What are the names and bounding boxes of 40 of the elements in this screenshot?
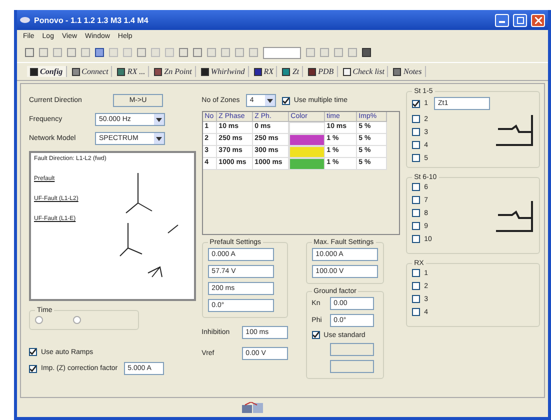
close-button[interactable] <box>531 14 545 26</box>
checkbox[interactable] <box>412 209 420 217</box>
checkbox[interactable] <box>312 331 320 339</box>
tab[interactable]: RX <box>250 66 278 77</box>
tab[interactable]: RX ... <box>114 66 150 77</box>
checkbox[interactable] <box>282 96 290 104</box>
minimize-button[interactable] <box>495 14 509 26</box>
tab[interactable]: Check list <box>340 66 388 77</box>
maximize-button[interactable] <box>513 14 527 26</box>
checkbox[interactable] <box>412 115 420 123</box>
tab[interactable]: Zn Point <box>151 66 196 77</box>
logo-icon <box>240 402 264 414</box>
tab[interactable]: Config <box>27 66 67 77</box>
checkbox[interactable] <box>29 364 37 372</box>
dropdown-arrow-icon <box>156 136 162 140</box>
dropdown-arrow-icon <box>266 98 273 102</box>
checkbox[interactable] <box>29 348 37 356</box>
checkbox[interactable] <box>412 308 420 316</box>
close-icon <box>534 16 542 24</box>
checkbox[interactable] <box>412 141 420 149</box>
tab[interactable]: Whirlwind <box>198 66 249 77</box>
dropdown-arrow-icon <box>156 118 162 122</box>
window-title: Ponovo - 1.1 1.2 1.3 M3 1.4 M4 <box>34 16 150 24</box>
checkbox[interactable] <box>412 295 420 303</box>
app-icon <box>20 16 30 24</box>
tab[interactable]: Zt <box>279 66 304 77</box>
checkbox[interactable] <box>412 154 420 162</box>
checkbox[interactable] <box>412 196 420 204</box>
checkbox[interactable] <box>412 222 420 230</box>
checkbox[interactable] <box>412 269 420 277</box>
checkbox[interactable] <box>412 235 420 243</box>
tab[interactable]: Connect <box>68 66 112 77</box>
tab[interactable]: Notes <box>390 66 426 77</box>
toolbar-dropdown[interactable] <box>263 46 301 58</box>
checkbox[interactable] <box>412 128 420 136</box>
maximize-icon <box>516 16 524 24</box>
checkbox[interactable] <box>412 100 420 108</box>
checkbox[interactable] <box>412 282 420 290</box>
checkbox[interactable] <box>412 183 420 191</box>
tab[interactable]: PDB <box>305 66 338 77</box>
